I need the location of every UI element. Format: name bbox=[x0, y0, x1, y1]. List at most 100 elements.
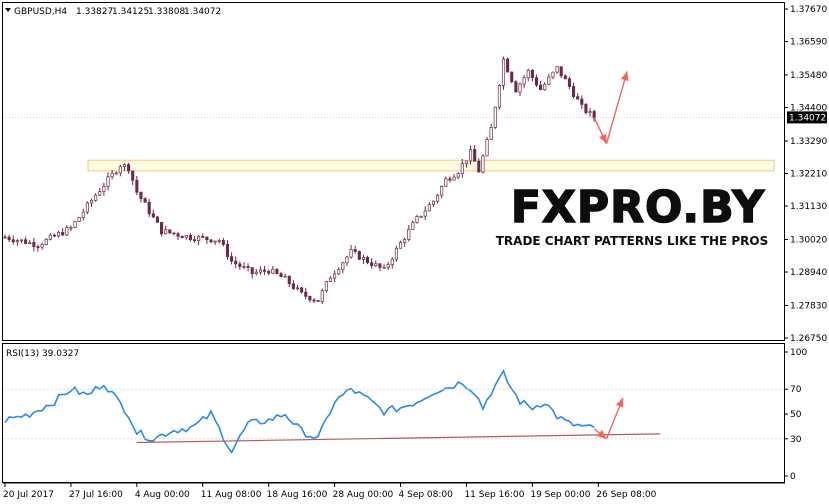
candle-body bbox=[77, 216, 81, 222]
candle-body bbox=[567, 78, 571, 87]
candle-body bbox=[337, 269, 341, 275]
candle-body bbox=[431, 200, 436, 206]
x-axis-label: 11 Aug 08:00 bbox=[201, 490, 262, 500]
rsi-axis-label: 30 bbox=[790, 435, 802, 445]
candle-body bbox=[242, 266, 246, 268]
x-axis-label: 28 Aug 00:00 bbox=[333, 490, 394, 500]
x-axis-label: 4 Sep 08:00 bbox=[399, 490, 454, 500]
candle-body bbox=[506, 58, 510, 73]
current-price-label: 1.34072 bbox=[789, 113, 826, 123]
candle bbox=[77, 216, 81, 222]
rsi-title: RSI(13) 39.0327 bbox=[6, 349, 79, 359]
price-axis-label: 1.32210 bbox=[790, 170, 827, 180]
candle-body bbox=[543, 83, 547, 91]
candle bbox=[73, 220, 77, 229]
candle-body bbox=[69, 226, 73, 229]
candle-body bbox=[147, 201, 151, 215]
candle bbox=[481, 154, 485, 174]
candle-body bbox=[382, 266, 386, 269]
candle-body bbox=[168, 229, 172, 234]
candle-body bbox=[57, 232, 61, 237]
candle-body bbox=[94, 194, 98, 201]
candle-body bbox=[81, 211, 85, 218]
rsi-axis-label: 0 bbox=[790, 472, 796, 482]
candle-body bbox=[279, 273, 283, 278]
x-axis-label: 4 Aug 00:00 bbox=[135, 490, 190, 500]
candle-body bbox=[118, 166, 122, 174]
candle-body bbox=[246, 266, 250, 268]
candle-body bbox=[584, 104, 588, 113]
candle-body bbox=[423, 210, 427, 217]
candle bbox=[510, 71, 514, 84]
ohlc-close: 1.34072 bbox=[184, 7, 221, 17]
candle-body bbox=[89, 200, 94, 204]
candle-body bbox=[300, 287, 304, 293]
candle-body bbox=[73, 221, 77, 228]
candle-body bbox=[40, 244, 44, 248]
candle bbox=[493, 106, 497, 129]
candle-body bbox=[361, 257, 365, 260]
candle-body bbox=[28, 241, 32, 244]
candle-body bbox=[217, 240, 221, 242]
candle-body bbox=[11, 239, 15, 243]
candle-body bbox=[258, 269, 262, 273]
candle-body bbox=[221, 240, 225, 245]
candle-body bbox=[287, 275, 291, 285]
candle-body bbox=[320, 290, 324, 302]
candle-body bbox=[106, 176, 110, 187]
x-axis-label: 27 Jul 16:00 bbox=[69, 490, 123, 500]
candle-body bbox=[345, 256, 349, 264]
chart-canvas[interactable]: FXPRO.BY TRADE CHART PATTERNS LIKE THE P… bbox=[0, 0, 829, 504]
candle-body bbox=[180, 235, 184, 239]
candle-body bbox=[563, 75, 567, 80]
candle-body bbox=[151, 213, 155, 218]
candle-body bbox=[275, 268, 279, 274]
candle-body bbox=[469, 149, 473, 162]
x-axis-label: 18 Aug 16:00 bbox=[267, 490, 328, 500]
candle-body bbox=[444, 178, 448, 187]
candle-body bbox=[135, 179, 139, 193]
watermark: FXPRO.BY TRADE CHART PATTERNS LIKE THE P… bbox=[496, 181, 769, 248]
candle-body bbox=[460, 163, 464, 174]
candle-body bbox=[592, 111, 596, 119]
candle-body bbox=[394, 247, 398, 260]
candle-body bbox=[98, 191, 102, 196]
candle-body bbox=[518, 83, 522, 93]
candle-body bbox=[576, 96, 580, 100]
candle-body bbox=[378, 263, 382, 268]
candle-body bbox=[374, 263, 378, 267]
candle-body bbox=[160, 221, 164, 235]
candle-body bbox=[205, 236, 209, 241]
rsi-axis-label: 70 bbox=[790, 385, 802, 395]
candle-body bbox=[324, 281, 328, 292]
candle-body bbox=[110, 172, 114, 178]
rsi-axis-label: 50 bbox=[790, 410, 802, 420]
candle-body bbox=[263, 269, 267, 272]
candle-body bbox=[407, 229, 411, 240]
candle-body bbox=[271, 268, 275, 274]
price-axis-label: 1.37670 bbox=[790, 5, 827, 15]
candle-body bbox=[267, 270, 271, 274]
candle-body bbox=[366, 257, 370, 264]
candle-body bbox=[333, 273, 337, 279]
candle-body bbox=[291, 283, 295, 289]
candle bbox=[497, 84, 501, 110]
candle-body bbox=[493, 106, 497, 128]
candle-body bbox=[526, 69, 530, 79]
support-zone bbox=[87, 159, 775, 172]
candle-body bbox=[514, 81, 518, 93]
candle-body bbox=[15, 240, 19, 243]
x-axis-label: 26 Sep 08:00 bbox=[596, 490, 656, 500]
candle-body bbox=[328, 277, 333, 282]
candle-body bbox=[61, 232, 65, 236]
candle-body bbox=[403, 239, 407, 243]
candle-body bbox=[197, 235, 201, 242]
candle-body bbox=[238, 263, 242, 267]
candle-body bbox=[316, 300, 320, 302]
candle-body bbox=[440, 186, 444, 196]
candle-body bbox=[580, 98, 584, 105]
candle-body bbox=[250, 267, 254, 274]
candle-body bbox=[225, 244, 230, 258]
candle-body bbox=[481, 155, 485, 173]
candle-body bbox=[19, 239, 24, 242]
